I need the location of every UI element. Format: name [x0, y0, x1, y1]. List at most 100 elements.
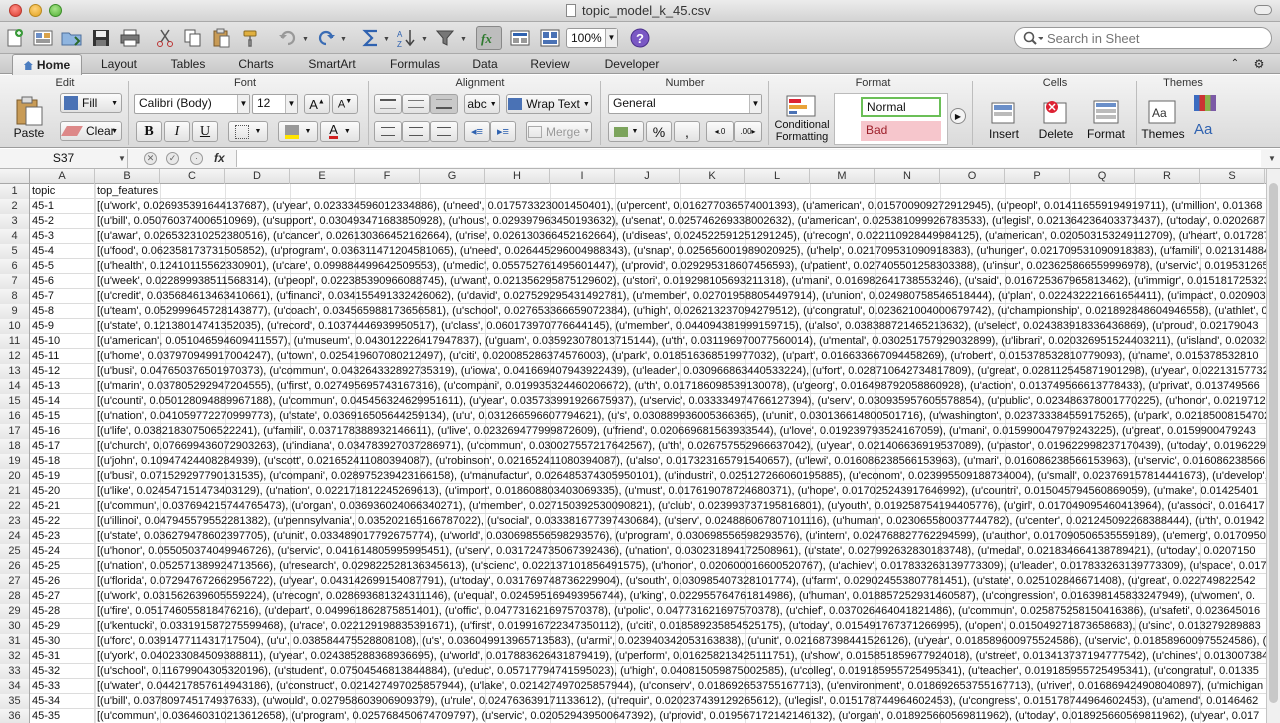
row-header[interactable]: 23: [0, 514, 30, 529]
table-row[interactable]: 24 45-23 [(u'state', 0.036279478602397705)…: [0, 529, 1266, 544]
row-header[interactable]: 7: [0, 274, 30, 289]
cell-features[interactable]: [(u'commun', 0.036460310213612658), (u'p…: [95, 709, 1266, 723]
tab-tables[interactable]: Tables: [160, 54, 216, 74]
filter-icon[interactable]: [434, 26, 458, 50]
formula-history-icon[interactable]: ·: [190, 152, 203, 165]
filter-dropdown-icon[interactable]: ▼: [460, 36, 467, 43]
cell-features[interactable]: [(u'bill', 0.037809745174937633), (u'wou…: [95, 694, 1266, 709]
row-header[interactable]: 20: [0, 469, 30, 484]
table-row[interactable]: 5 45-4 [(u'food', 0.062358173731505852), (…: [0, 244, 1266, 259]
cell-topic-header[interactable]: topic: [30, 184, 95, 199]
row-header[interactable]: 29: [0, 604, 30, 619]
cell-topic[interactable]: 45-7: [30, 289, 95, 304]
column-header-p[interactable]: P: [1005, 169, 1070, 184]
cell-topic[interactable]: 45-31: [30, 649, 95, 664]
column-header-c[interactable]: C: [160, 169, 225, 184]
redo-icon[interactable]: [314, 26, 338, 50]
increase-decimal-button[interactable]: ◂.0: [706, 121, 734, 142]
align-middle-button[interactable]: [402, 94, 430, 114]
zoom-window-button[interactable]: [49, 4, 62, 17]
zoom-dropdown-icon[interactable]: ▼: [605, 29, 617, 47]
table-row[interactable]: 7 45-6 [(u'week', 0.022899938511568314), (…: [0, 274, 1266, 289]
cell-topic[interactable]: 45-10: [30, 334, 95, 349]
row-header[interactable]: 30: [0, 619, 30, 634]
table-row[interactable]: 21 45-20 [(u'like', 0.024547151473403129),…: [0, 484, 1266, 499]
expand-formula-bar-icon[interactable]: ▼: [1268, 154, 1276, 163]
cell-features[interactable]: [(u'bill', 0.050760374006510969), (u'sup…: [95, 214, 1266, 229]
cell-topic[interactable]: 45-32: [30, 664, 95, 679]
undo-icon[interactable]: [276, 26, 300, 50]
cell-features[interactable]: [(u'honor', 0.055050374049946726), (u'se…: [95, 544, 1266, 559]
cell-topic[interactable]: 45-30: [30, 634, 95, 649]
cell-features[interactable]: [(u'team', 0.052999645728143877), (u'coa…: [95, 304, 1266, 319]
cell-topic[interactable]: 45-34: [30, 694, 95, 709]
tab-formulas[interactable]: Formulas: [380, 54, 450, 74]
row-header[interactable]: 35: [0, 694, 30, 709]
table-row[interactable]: 26 45-25 [(u'nation', 0.052571389924713566…: [0, 559, 1266, 574]
paste-button[interactable]: Paste: [6, 93, 52, 143]
cell-features[interactable]: [(u'busi', 0.047650376501970373), (u'com…: [95, 364, 1266, 379]
cell-topic[interactable]: 45-23: [30, 529, 95, 544]
tab-home[interactable]: Home: [12, 54, 82, 75]
cell-features[interactable]: [(u'commun', 0.037694215744765473), (u'o…: [95, 499, 1266, 514]
table-row[interactable]: 33 45-32 [(u'school', 0.11679904305320196)…: [0, 664, 1266, 679]
cell-topic[interactable]: 45-6: [30, 274, 95, 289]
row-header[interactable]: 27: [0, 574, 30, 589]
column-header-j[interactable]: J: [615, 169, 680, 184]
tab-data[interactable]: Data: [462, 54, 508, 74]
row-header[interactable]: 10: [0, 319, 30, 334]
cell-features[interactable]: [(u'work', 0.026935391644137687), (u'yea…: [95, 199, 1266, 214]
row-header[interactable]: 28: [0, 589, 30, 604]
cell-features[interactable]: [(u'credit', 0.035684613463410661), (u'f…: [95, 289, 1266, 304]
tab-review[interactable]: Review: [522, 54, 578, 74]
row-header[interactable]: 25: [0, 544, 30, 559]
row-header[interactable]: 6: [0, 259, 30, 274]
spreadsheet-grid[interactable]: ABCDEFGHIJKLMNOPQRS 1 topic top_features…: [0, 169, 1266, 723]
cell-features[interactable]: [(u'john', 0.10947424408284939), (u'scot…: [95, 454, 1266, 469]
cell-features[interactable]: [(u'nation', 0.041059772270999773), (u's…: [95, 409, 1266, 424]
cell-features[interactable]: [(u'awar', 0.026532310252380516), (u'can…: [95, 229, 1266, 244]
accounting-format-button[interactable]: ▼: [608, 121, 644, 142]
column-header-e[interactable]: E: [290, 169, 355, 184]
cell-topic[interactable]: 45-15: [30, 409, 95, 424]
cell-topic[interactable]: 45-14: [30, 394, 95, 409]
cell-features[interactable]: [(u'like', 0.024547151473403129), (u'nat…: [95, 484, 1266, 499]
table-row[interactable]: 8 45-7 [(u'credit', 0.035684613463410661),…: [0, 289, 1266, 304]
column-header-b[interactable]: B: [95, 169, 160, 184]
cell-topic[interactable]: 45-22: [30, 514, 95, 529]
cell-topic[interactable]: 45-26: [30, 574, 95, 589]
table-row[interactable]: 20 45-19 [(u'busi', 0.071529297790131535),…: [0, 469, 1266, 484]
bold-button[interactable]: B: [136, 121, 162, 142]
cell-topic[interactable]: 45-25: [30, 559, 95, 574]
cell-topic[interactable]: 45-20: [30, 484, 95, 499]
insert-function-icon[interactable]: fx: [214, 151, 225, 165]
row-header[interactable]: 9: [0, 304, 30, 319]
table-row[interactable]: 4 45-3 [(u'awar', 0.026532310252380516), (…: [0, 229, 1266, 244]
vertical-scrollbar[interactable]: [1266, 169, 1280, 723]
new-document-icon[interactable]: [4, 26, 26, 50]
wrap-text-button[interactable]: Wrap Text ▼: [506, 94, 592, 114]
table-row[interactable]: 12 45-11 [(u'home', 0.037970949917004247),…: [0, 349, 1266, 364]
open-folder-icon[interactable]: [60, 26, 84, 50]
sort-icon[interactable]: AZ: [394, 26, 420, 50]
tab-charts[interactable]: Charts: [228, 54, 284, 74]
cell-topic[interactable]: 45-29: [30, 619, 95, 634]
font-name-select[interactable]: Calibri (Body) ▼: [134, 94, 250, 114]
table-row[interactable]: 11 45-10 [(u'american', 0.0510465946094115…: [0, 334, 1266, 349]
cell-features[interactable]: [(u'life', 0.038218307506522241), (u'fam…: [95, 424, 1266, 439]
cell-features[interactable]: [(u'week', 0.022899938511568314), (u'peo…: [95, 274, 1266, 289]
row-header[interactable]: 8: [0, 289, 30, 304]
column-header-d[interactable]: D: [225, 169, 290, 184]
cell-topic[interactable]: 45-4: [30, 244, 95, 259]
cell-features[interactable]: [(u'busi', 0.071529297790131535), (u'com…: [95, 469, 1266, 484]
column-header-s[interactable]: S: [1200, 169, 1265, 184]
cell-features[interactable]: [(u'health', 0.12410115562330901), (u'ca…: [95, 259, 1266, 274]
cell-features[interactable]: [(u'marin', 0.037805292947204555), (u'fi…: [95, 379, 1266, 394]
row-header[interactable]: 36: [0, 709, 30, 723]
collapse-ribbon-icon[interactable]: ⌃: [1228, 54, 1242, 74]
confirm-entry-icon[interactable]: ✓: [166, 152, 179, 165]
decrease-indent-button[interactable]: ◂≡: [464, 121, 490, 142]
fill-button[interactable]: Fill ▼: [60, 93, 122, 113]
cell-features[interactable]: [(u'american', 0.051046594609411557), (u…: [95, 334, 1266, 349]
table-row[interactable]: 23 45-22 [(u'illinoi', 0.04794557955228138…: [0, 514, 1266, 529]
